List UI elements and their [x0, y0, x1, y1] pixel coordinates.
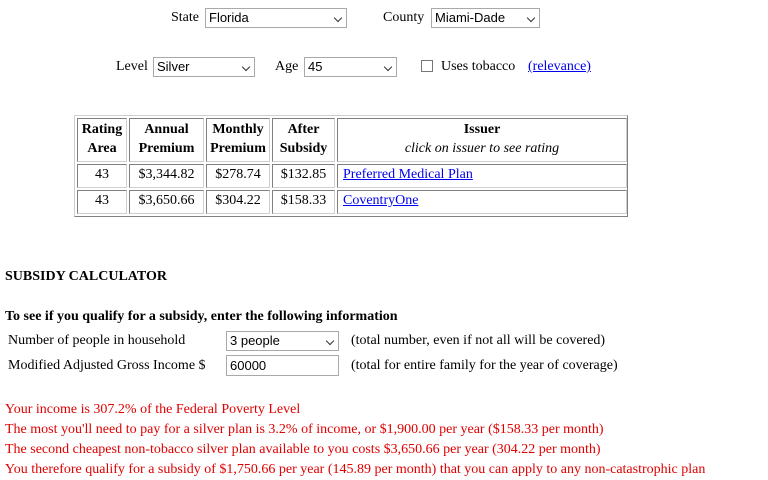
chevron-down-icon — [526, 13, 536, 23]
calculator-intro: To see if you qualify for a subsidy, ent… — [5, 309, 398, 324]
header-text: Rating — [81, 122, 123, 137]
level-select-value: Silver — [157, 59, 190, 74]
header-text: Area — [87, 141, 117, 156]
table-cell-rating-area: 43 — [77, 190, 127, 214]
result-subsidy: You therefore qualify for a subsidy of $… — [5, 462, 706, 477]
issuer-link-coventryone[interactable]: CoventryOne — [343, 193, 418, 208]
chevron-down-icon — [383, 62, 393, 72]
tobacco-label: Uses tobacco — [441, 59, 516, 74]
header-issuer: Issuer click on issuer to see rating — [337, 118, 627, 162]
result-second-cheapest: The second cheapest non-tobacco silver p… — [5, 442, 601, 457]
result-max-pay: The most you'll need to pay for a silver… — [5, 422, 604, 437]
county-label: County — [383, 10, 425, 25]
income-label: Modified Adjusted Gross Income $ — [8, 358, 206, 373]
table-cell-after-subsidy: $132.85 — [272, 164, 335, 188]
header-text: Monthly — [212, 122, 264, 137]
header-text: Premium — [210, 141, 266, 156]
relevance-link[interactable]: (relevance) — [528, 58, 591, 76]
result-poverty-level: Your income is 307.2% of the Federal Pov… — [5, 402, 301, 417]
table-cell-monthly: $278.74 — [206, 164, 270, 188]
header-subtext: click on issuer to see rating — [404, 141, 560, 156]
people-note: (total number, even if not all will be c… — [351, 333, 606, 348]
level-label: Level — [116, 59, 148, 74]
people-select-value: 3 people — [230, 333, 280, 348]
table-cell-after-subsidy: $158.33 — [272, 190, 335, 214]
state-select[interactable]: Florida — [205, 8, 347, 28]
chevron-down-icon — [325, 336, 335, 346]
age-label: Age — [275, 59, 299, 74]
state-label: State — [171, 10, 199, 25]
header-annual-premium: Annual Premium — [129, 118, 204, 162]
header-rating-area: Rating Area — [77, 118, 127, 162]
age-select[interactable]: 45 — [304, 57, 397, 77]
header-text: After — [287, 122, 320, 137]
tobacco-checkbox[interactable] — [421, 60, 433, 72]
income-input[interactable]: 60000 — [226, 355, 339, 376]
income-note: (total for entire family for the year of… — [351, 358, 618, 373]
table-cell-monthly: $304.22 — [206, 190, 270, 214]
header-monthly-premium: Monthly Premium — [206, 118, 270, 162]
chevron-down-icon — [333, 13, 343, 23]
county-select-value: Miami-Dade — [435, 10, 506, 25]
header-after-subsidy: After Subsidy — [272, 118, 335, 162]
table-cell-issuer: CoventryOne — [337, 190, 627, 214]
calculator-title: SUBSIDY CALCULATOR — [5, 269, 167, 284]
header-text: Subsidy — [279, 141, 328, 156]
header-text: Premium — [138, 141, 195, 156]
table-cell-rating-area: 43 — [77, 164, 127, 188]
people-select[interactable]: 3 people — [226, 331, 339, 351]
issuer-link-preferred-medical[interactable]: Preferred Medical Plan — [343, 167, 473, 182]
plans-table: Rating Area Annual Premium Monthly Premi… — [74, 115, 628, 217]
header-text: Annual — [144, 122, 189, 137]
people-label: Number of people in household — [8, 333, 186, 348]
chevron-down-icon — [241, 62, 251, 72]
header-text: Issuer — [463, 122, 501, 137]
age-select-value: 45 — [308, 59, 323, 74]
table-cell-annual: $3,650.66 — [129, 190, 204, 214]
level-select[interactable]: Silver — [153, 57, 255, 77]
state-select-value: Florida — [209, 10, 249, 25]
table-cell-issuer: Preferred Medical Plan — [337, 164, 627, 188]
county-select[interactable]: Miami-Dade — [431, 8, 540, 28]
table-cell-annual: $3,344.82 — [129, 164, 204, 188]
